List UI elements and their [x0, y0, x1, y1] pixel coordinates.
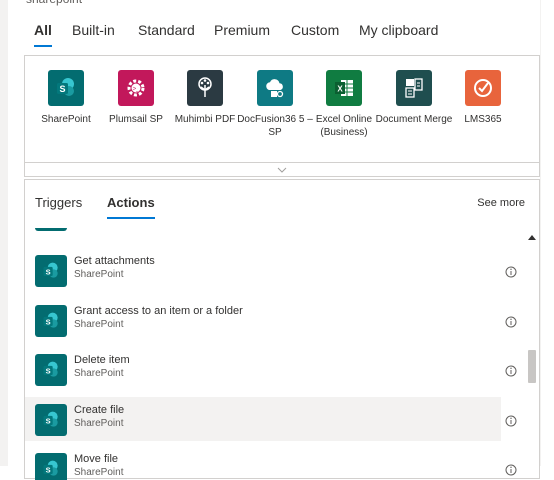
action-title: Get attachments	[74, 255, 155, 267]
document-merge-icon	[396, 70, 432, 106]
filter-tab-premium[interactable]: Premium	[214, 22, 270, 38]
connector-label: SharePoint	[41, 114, 91, 125]
connector-label: Plumsail SP	[109, 114, 163, 125]
action-connector: SharePoint	[74, 319, 124, 330]
expand-connectors-button[interactable]	[24, 162, 540, 177]
search-input[interactable]: sharepoint	[24, 0, 540, 6]
svg-text:S: S	[46, 317, 51, 326]
connector-grid: S SharePoint >_ Plumsail SP Muhimbi PDF …	[24, 55, 540, 162]
sharepoint-icon: S	[48, 70, 84, 106]
filter-tab-my-clipboard[interactable]: My clipboard	[359, 22, 438, 38]
tab-actions[interactable]: Actions	[107, 195, 155, 219]
muhimbi-tree-icon	[187, 70, 223, 106]
filter-tab-standard[interactable]: Standard	[138, 22, 195, 38]
info-icon[interactable]	[505, 365, 517, 377]
sharepoint-icon: S	[35, 305, 67, 337]
sharepoint-icon: S	[35, 255, 67, 287]
scrollbar-thumb[interactable]	[528, 350, 536, 383]
connector-label: LMS365	[464, 114, 502, 125]
connector-label: Excel Online (Business)	[315, 114, 373, 138]
action-list-scrollbar[interactable]	[525, 228, 539, 478]
list-item[interactable]	[25, 228, 501, 236]
svg-text:X: X	[337, 85, 343, 94]
action-connector: SharePoint	[74, 418, 124, 429]
info-icon[interactable]	[505, 316, 517, 328]
filter-tab-all[interactable]: All	[34, 22, 52, 47]
sharepoint-icon: S	[35, 404, 67, 436]
action-connector: SharePoint	[74, 368, 124, 379]
left-edge	[0, 0, 8, 466]
connector-lms365[interactable]: LMS365	[443, 70, 523, 126]
svg-text:S: S	[59, 84, 65, 94]
connector-document-merge[interactable]: Document Merge	[374, 70, 454, 126]
see-more-link[interactable]: See more	[477, 197, 525, 209]
scroll-up-arrow-icon[interactable]	[528, 234, 536, 240]
svg-text:S: S	[46, 267, 51, 276]
action-title: Create file	[74, 404, 125, 416]
chevron-down-icon	[277, 167, 287, 173]
tab-triggers[interactable]: Triggers	[35, 195, 82, 210]
connector-muhimbi-pdf[interactable]: Muhimbi PDF	[165, 70, 245, 126]
filter-tab-built-in[interactable]: Built-in	[72, 22, 115, 38]
list-item[interactable]: S Create file SharePoint	[25, 397, 517, 441]
lms365-check-icon	[465, 70, 501, 106]
search-value: sharepoint	[26, 0, 82, 6]
sharepoint-icon: S	[35, 453, 67, 480]
action-list: S Get attachments SharePoint S Grant acc…	[25, 228, 525, 480]
list-item[interactable]: S Get attachments SharePoint	[25, 248, 517, 292]
connector-label: Document Merge	[375, 114, 453, 125]
svg-text:S: S	[46, 366, 51, 375]
info-icon[interactable]	[505, 266, 517, 278]
list-item[interactable]: S Delete item SharePoint	[25, 347, 517, 391]
action-title: Move file	[74, 453, 119, 465]
right-edge	[540, 0, 554, 466]
svg-text:>_: >_	[133, 87, 141, 93]
connector-sharepoint[interactable]: S SharePoint	[26, 70, 106, 126]
svg-text:S: S	[46, 465, 51, 474]
connector-label: Muhimbi PDF	[174, 114, 236, 125]
filter-tab-custom[interactable]: Custom	[291, 22, 339, 38]
sharepoint-icon	[35, 228, 67, 231]
connector-docfusion[interactable]: DocFusion36 5 – SP	[235, 70, 315, 139]
sharepoint-icon: S	[35, 354, 67, 386]
list-item[interactable]: S Move file SharePoint	[25, 446, 517, 480]
action-title: Grant access to an item or a folder	[74, 305, 243, 317]
svg-text:S: S	[46, 416, 51, 425]
plumsail-gear-icon: >_	[118, 70, 154, 106]
triggers-actions-panel: Triggers Actions See more S Get attachme…	[24, 179, 540, 480]
action-connector: SharePoint	[74, 467, 124, 478]
excel-icon: X	[326, 70, 362, 106]
connector-plumsail-sp[interactable]: >_ Plumsail SP	[96, 70, 176, 126]
list-item[interactable]: S Grant access to an item or a folder Sh…	[25, 298, 517, 342]
connector-excel-online[interactable]: X Excel Online (Business)	[304, 70, 384, 139]
action-connector: SharePoint	[74, 269, 124, 280]
action-title: Delete item	[74, 354, 130, 366]
docfusion-cloud-icon	[257, 70, 293, 106]
connector-label: DocFusion36 5 – SP	[237, 114, 313, 138]
info-icon[interactable]	[505, 415, 517, 427]
